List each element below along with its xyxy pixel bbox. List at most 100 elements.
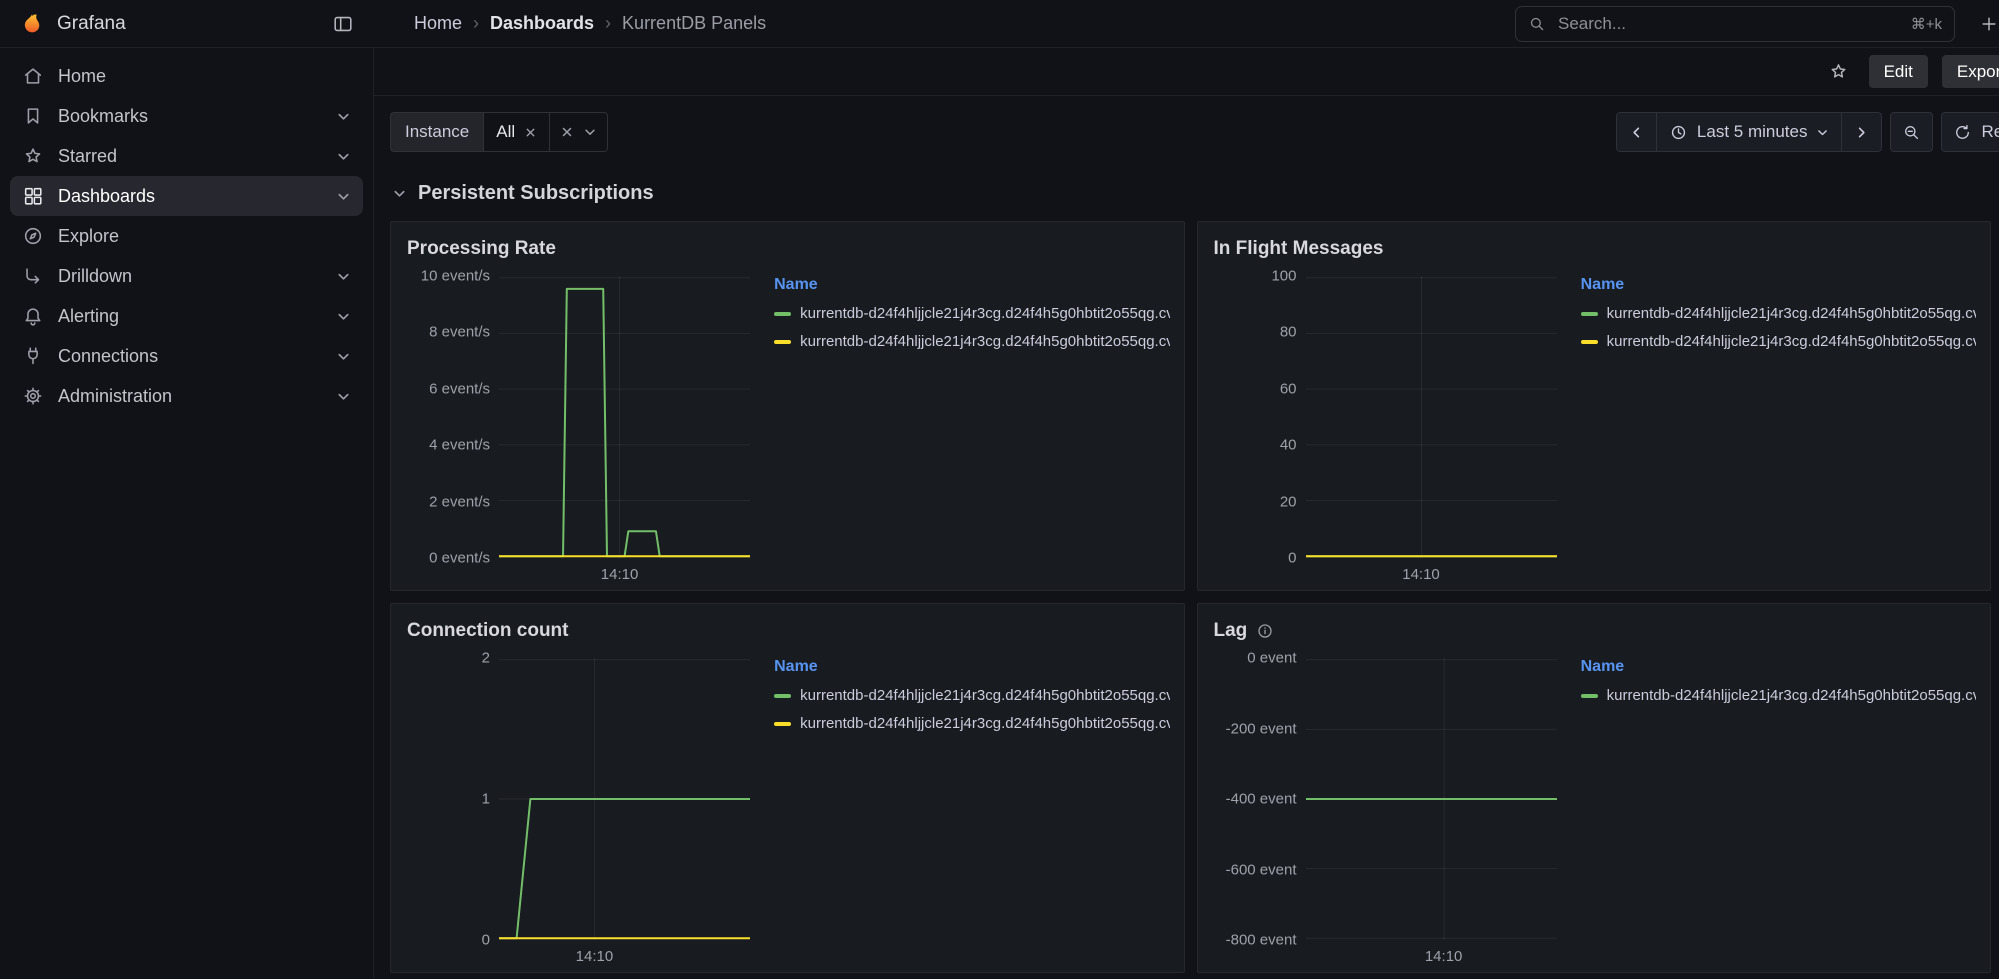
chevron-down-icon[interactable] [336, 189, 351, 204]
sidebar-item-connections[interactable]: Connections [10, 336, 363, 376]
filter-key[interactable]: Instance [390, 112, 483, 152]
series-color-swatch [1581, 694, 1598, 698]
chart-area: 100806040200 14:10 [1214, 264, 1557, 586]
legend-header-name[interactable]: Name [774, 658, 818, 676]
legend-header-name[interactable]: Name [774, 276, 818, 294]
breadcrumb-home[interactable]: Home [414, 13, 462, 34]
panel-body: 0 event-200 event-400 event-600 event-80… [1198, 646, 1991, 972]
sidebar-item-label: Home [58, 66, 106, 87]
filter-value-chip[interactable]: All [483, 112, 550, 152]
info-icon[interactable] [1256, 622, 1274, 640]
y-axis-tick-label: 10 event/s [421, 268, 490, 285]
y-axis-tick-label: 0 event [1247, 650, 1296, 667]
panel-body: 10 event/s8 event/s6 event/s4 event/s2 e… [391, 264, 1184, 590]
sidebar-navigation: Home Bookmarks Starred Dashboards Explor… [0, 48, 374, 978]
series-name: kurrentdb-d24f4hljjcle21j4r3cg.d24f4h5g0… [800, 687, 1169, 704]
add-new-button[interactable] [1973, 8, 1999, 40]
sidebar-item-administration[interactable]: Administration [10, 376, 363, 416]
y-axis-tick-label: 40 [1280, 437, 1297, 454]
star-icon [22, 145, 44, 167]
caret-down-icon[interactable] [583, 125, 597, 139]
edit-button[interactable]: Edit [1869, 55, 1928, 88]
legend-header-name[interactable]: Name [1581, 276, 1625, 294]
remove-value-icon[interactable] [524, 126, 537, 139]
grafana-logo-icon[interactable] [18, 10, 45, 37]
adhoc-filter-instance: Instance All [390, 112, 608, 152]
chevron-down-icon[interactable] [336, 309, 351, 324]
time-series-plot[interactable] [1306, 658, 1557, 940]
breadcrumb-dashboards[interactable]: Dashboards [490, 13, 594, 34]
panel-title: Lag [1214, 620, 1248, 642]
chevron-down-icon[interactable] [336, 149, 351, 164]
time-series-plot[interactable] [1306, 276, 1557, 558]
legend-item[interactable]: kurrentdb-d24f4hljjcle21j4r3cg.d24f4h5g0… [1581, 687, 1976, 704]
zoom-out-time-button[interactable] [1890, 112, 1933, 152]
dashboard-controls-row: Instance All Last 5 minutes [374, 96, 1999, 152]
series-name: kurrentdb-d24f4hljjcle21j4r3cg.d24f4h5g0… [1607, 687, 1976, 704]
panel-header[interactable]: Processing Rate [391, 222, 1184, 264]
sidebar-item-explore[interactable]: Explore [10, 216, 363, 256]
dock-sidebar-button[interactable] [326, 7, 360, 41]
legend: Name kurrentdb-d24f4hljjcle21j4r3cg.d24f… [1557, 646, 1976, 968]
series-line [499, 289, 750, 556]
panel-lag: Lag 0 event-200 event-400 event-600 even… [1197, 603, 1992, 973]
search-icon [1528, 15, 1546, 33]
time-shift-forward-button[interactable] [1841, 113, 1881, 151]
refresh-label: Refresh [1981, 122, 1999, 142]
sidebar-item-alerting[interactable]: Alerting [10, 296, 363, 336]
breadcrumb: Home › Dashboards › KurrentDB Panels [414, 13, 766, 34]
time-range-picker-button[interactable]: Last 5 minutes [1656, 113, 1842, 151]
series-color-swatch [774, 694, 791, 698]
y-axis-tick-label: 8 event/s [429, 324, 490, 341]
sidebar-item-starred[interactable]: Starred [10, 136, 363, 176]
chevron-down-icon[interactable] [336, 269, 351, 284]
sidebar-item-home[interactable]: Home [10, 56, 363, 96]
sidebar-item-dashboards[interactable]: Dashboards [10, 176, 363, 216]
search-box[interactable]: ⌘+k [1515, 6, 1955, 42]
legend-item[interactable]: kurrentdb-d24f4hljjcle21j4r3cg.d24f4h5g0… [774, 333, 1169, 350]
legend: Name kurrentdb-d24f4hljjcle21j4r3cg.d24f… [1557, 264, 1976, 586]
panel-title: In Flight Messages [1214, 238, 1384, 260]
legend-header-name[interactable]: Name [1581, 658, 1625, 676]
sidebar-item-label: Drilldown [58, 266, 132, 287]
legend-item[interactable]: kurrentdb-d24f4hljjcle21j4r3cg.d24f4h5g0… [1581, 305, 1976, 322]
time-shift-back-button[interactable] [1617, 113, 1656, 151]
panel-header[interactable]: In Flight Messages [1198, 222, 1991, 264]
panel-title: Connection count [407, 620, 568, 642]
section-title: Persistent Subscriptions [418, 182, 654, 205]
time-series-plot[interactable] [499, 276, 750, 558]
x-axis-tick-label: 14:10 [576, 948, 614, 965]
legend-item[interactable]: kurrentdb-d24f4hljjcle21j4r3cg.d24f4h5g0… [774, 715, 1169, 732]
gear-icon [22, 385, 44, 407]
series-name: kurrentdb-d24f4hljjcle21j4r3cg.d24f4h5g0… [800, 305, 1169, 322]
compass-icon [22, 225, 44, 247]
sidebar-item-drilldown[interactable]: Drilldown [10, 256, 363, 296]
chevron-down-icon[interactable] [336, 109, 351, 124]
favorite-dashboard-button[interactable] [1822, 55, 1855, 88]
legend-item[interactable]: kurrentdb-d24f4hljjcle21j4r3cg.d24f4h5g0… [774, 687, 1169, 704]
legend-item[interactable]: kurrentdb-d24f4hljjcle21j4r3cg.d24f4h5g0… [1581, 333, 1976, 350]
row-persistent-subscriptions[interactable]: Persistent Subscriptions [374, 152, 1999, 205]
panel-header[interactable]: Lag [1198, 604, 1991, 646]
y-axis-tick-label: -200 event [1226, 720, 1297, 737]
refresh-button[interactable]: Refresh [1941, 112, 1999, 152]
export-button[interactable]: Export [1942, 55, 1999, 88]
y-axis-tick-label: 0 event/s [429, 550, 490, 567]
y-axis: 210 [407, 658, 499, 940]
top-navigation-bar: Grafana Home › Dashboards › KurrentDB Pa… [0, 0, 1999, 48]
series-name: kurrentdb-d24f4hljjcle21j4r3cg.d24f4h5g0… [1607, 333, 1976, 350]
time-series-plot[interactable] [499, 658, 750, 940]
y-axis-tick-label: 6 event/s [429, 380, 490, 397]
sidebar-item-bookmarks[interactable]: Bookmarks [10, 96, 363, 136]
chart-area: 10 event/s8 event/s6 event/s4 event/s2 e… [407, 264, 750, 586]
chevron-down-icon[interactable] [336, 349, 351, 364]
y-axis: 0 event-200 event-400 event-600 event-80… [1214, 658, 1306, 940]
search-input[interactable] [1556, 13, 1901, 35]
series-color-swatch [774, 312, 791, 316]
page-layout: Home Bookmarks Starred Dashboards Explor… [0, 48, 1999, 978]
legend-item[interactable]: kurrentdb-d24f4hljjcle21j4r3cg.d24f4h5g0… [774, 305, 1169, 322]
panel-header[interactable]: Connection count [391, 604, 1184, 646]
sidebar-item-label: Starred [58, 146, 117, 167]
chevron-down-icon[interactable] [336, 389, 351, 404]
clear-filter-icon[interactable] [560, 125, 574, 139]
